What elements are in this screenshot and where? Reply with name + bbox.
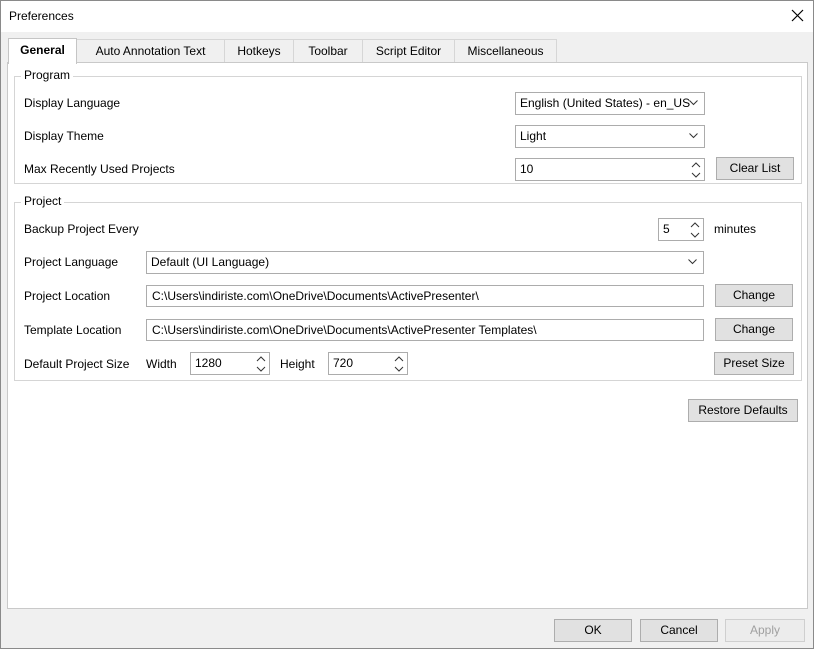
- preset-size-button[interactable]: Preset Size: [714, 352, 794, 375]
- close-button[interactable]: [783, 1, 813, 32]
- display-language-label: Display Language: [24, 96, 121, 110]
- template-location-field[interactable]: C:\Users\indiriste.com\OneDrive\Document…: [146, 319, 704, 341]
- spin-arrows-icon[interactable]: [256, 355, 266, 373]
- tab-script-editor[interactable]: Script Editor: [362, 39, 455, 62]
- project-language-select[interactable]: Default (UI Language): [146, 251, 704, 274]
- display-language-value: English (United States) - en_US: [520, 96, 691, 110]
- template-location-label: Template Location: [24, 323, 122, 337]
- ok-button[interactable]: OK: [554, 619, 632, 642]
- width-spinbox[interactable]: 1280: [190, 352, 270, 375]
- display-theme-select[interactable]: Light: [515, 125, 705, 148]
- cancel-label: Cancel: [660, 623, 698, 637]
- tab-auto-annotation-text[interactable]: Auto Annotation Text: [76, 39, 225, 62]
- title-bar: Preferences: [1, 1, 813, 32]
- spin-arrows-icon[interactable]: [690, 221, 700, 239]
- project-language-value: Default (UI Language): [151, 255, 270, 269]
- backup-label: Backup Project Every: [24, 222, 139, 236]
- chevron-down-icon: [689, 133, 698, 139]
- chevron-down-icon: [688, 259, 697, 265]
- general-panel: Program Display Language English (United…: [7, 62, 808, 609]
- apply-label: Apply: [749, 623, 781, 637]
- height-value: 720: [333, 356, 354, 370]
- program-group: Program Display Language English (United…: [14, 68, 802, 184]
- display-language-select[interactable]: English (United States) - en_US: [515, 92, 705, 115]
- clear-list-label: Clear List: [729, 161, 781, 175]
- project-location-value: C:\Users\indiriste.com\OneDrive\Document…: [152, 289, 479, 303]
- tab-general[interactable]: General: [8, 38, 77, 64]
- ok-label: OK: [584, 623, 602, 637]
- project-location-change-button[interactable]: Change: [715, 284, 793, 307]
- project-group-title: Project: [21, 194, 65, 208]
- height-spinbox[interactable]: 720: [328, 352, 408, 375]
- preset-size-label: Preset Size: [723, 356, 785, 370]
- close-icon: [791, 9, 804, 22]
- display-theme-value: Light: [520, 129, 547, 143]
- spin-arrows-icon[interactable]: [394, 355, 404, 373]
- template-location-value: C:\Users\indiriste.com\OneDrive\Document…: [152, 323, 537, 337]
- backup-interval-spinbox[interactable]: 5: [658, 218, 704, 241]
- tab-miscellaneous[interactable]: Miscellaneous: [454, 39, 557, 62]
- cancel-button[interactable]: Cancel: [640, 619, 718, 642]
- tab-label: Script Editor: [375, 44, 442, 58]
- restore-defaults-button[interactable]: Restore Defaults: [688, 399, 798, 422]
- chevron-down-icon: [689, 100, 698, 106]
- default-project-size-label: Default Project Size: [24, 357, 130, 371]
- change-label: Change: [732, 288, 776, 302]
- tab-toolbar[interactable]: Toolbar: [293, 39, 363, 62]
- tab-label: Miscellaneous: [467, 44, 544, 58]
- display-theme-label: Display Theme: [24, 129, 104, 143]
- project-location-field[interactable]: C:\Users\indiriste.com\OneDrive\Document…: [146, 285, 704, 307]
- spin-arrows-icon[interactable]: [691, 161, 701, 179]
- preferences-dialog: Preferences General Auto Annotation Text…: [0, 0, 814, 649]
- project-language-label: Project Language: [24, 255, 119, 269]
- program-group-title: Program: [21, 68, 74, 82]
- width-label: Width: [146, 357, 177, 371]
- max-recent-label: Max Recently Used Projects: [24, 162, 175, 176]
- tab-label: Toolbar: [308, 44, 348, 58]
- backup-interval-value: 5: [663, 222, 670, 236]
- restore-defaults-label: Restore Defaults: [698, 403, 788, 417]
- clear-list-button[interactable]: Clear List: [716, 157, 794, 180]
- tab-hotkeys[interactable]: Hotkeys: [224, 39, 294, 62]
- project-location-label: Project Location: [24, 289, 111, 303]
- tab-label: Hotkeys: [237, 44, 281, 58]
- template-location-change-button[interactable]: Change: [715, 318, 793, 341]
- width-value: 1280: [195, 356, 222, 370]
- tab-label: Auto Annotation Text: [95, 44, 206, 58]
- project-group: Project Backup Project Every 5 minutes P…: [14, 194, 802, 381]
- tab-label: General: [20, 43, 65, 57]
- apply-button[interactable]: Apply: [725, 619, 805, 642]
- max-recent-value: 10: [520, 162, 534, 176]
- backup-unit-label: minutes: [714, 222, 757, 236]
- max-recent-spinbox[interactable]: 10: [515, 158, 705, 181]
- window-title: Preferences: [9, 9, 74, 23]
- change-label: Change: [732, 322, 776, 336]
- height-label: Height: [280, 357, 315, 371]
